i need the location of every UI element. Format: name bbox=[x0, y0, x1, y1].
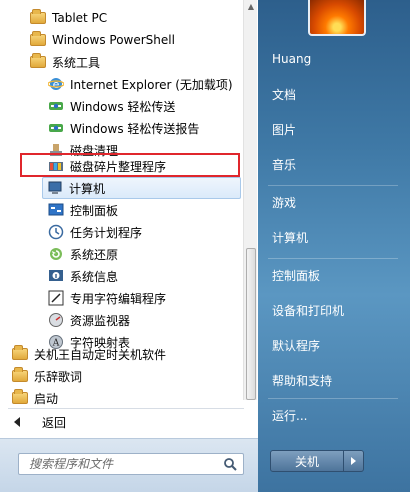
right-item-user[interactable]: Huang bbox=[272, 47, 311, 71]
folder-icon bbox=[12, 345, 28, 362]
right-item-label: 帮助和支持 bbox=[272, 373, 333, 388]
separator bbox=[268, 398, 398, 399]
shutdown-options-button[interactable] bbox=[344, 450, 364, 472]
search-box[interactable] bbox=[18, 453, 244, 475]
right-item-label: 控制面板 bbox=[272, 268, 321, 283]
back-arrow-icon bbox=[14, 417, 20, 427]
task-scheduler-icon bbox=[48, 224, 64, 240]
right-item-default-programs[interactable]: 默认程序 bbox=[272, 333, 320, 357]
right-item-label: 默认程序 bbox=[272, 338, 321, 353]
program-task-scheduler[interactable]: 任务计划程序 bbox=[48, 221, 142, 243]
program-label: Tablet PC bbox=[52, 11, 108, 25]
svg-text:e: e bbox=[53, 78, 60, 91]
system-restore-icon bbox=[48, 246, 64, 262]
program-resource-monitor[interactable]: 资源监视器 bbox=[48, 309, 130, 331]
right-item-label: 音乐 bbox=[272, 157, 297, 172]
program-label: 专用字符编辑程序 bbox=[70, 291, 167, 306]
separator bbox=[268, 258, 398, 259]
program-label: Windows 轻松传送报告 bbox=[70, 121, 200, 136]
program-easy-transfer-report[interactable]: Windows 轻松传送报告 bbox=[48, 117, 199, 139]
right-item-devices-printers[interactable]: 设备和打印机 bbox=[272, 298, 344, 322]
program-label: 资源监视器 bbox=[70, 313, 131, 328]
separator bbox=[268, 185, 398, 186]
folder-tablet-pc[interactable]: Tablet PC bbox=[30, 7, 107, 29]
right-pane: Huang 文档 图片 音乐 游戏 计算机 控制面板 设备和打印机 默认程序 帮… bbox=[258, 0, 410, 492]
program-easy-transfer[interactable]: Windows 轻松传送 bbox=[48, 95, 175, 117]
right-item-label: 游戏 bbox=[272, 195, 297, 210]
program-label: 任务计划程序 bbox=[70, 225, 143, 240]
program-label: 乐辞歌词 bbox=[34, 369, 83, 384]
highlight-annotation bbox=[20, 153, 240, 177]
right-item-label: 运行... bbox=[272, 408, 308, 423]
separator bbox=[8, 408, 244, 409]
program-system-restore[interactable]: 系统还原 bbox=[48, 243, 118, 265]
program-control-panel[interactable]: 控制面板 bbox=[48, 199, 118, 221]
user-avatar[interactable] bbox=[308, 0, 366, 36]
program-private-character-editor[interactable]: 专用字符编辑程序 bbox=[48, 287, 166, 309]
shutdown-label: 关机 bbox=[294, 454, 319, 469]
right-item-games[interactable]: 游戏 bbox=[272, 190, 296, 214]
folder-lyrics[interactable]: 乐辞歌词 bbox=[12, 365, 82, 387]
computer-icon bbox=[47, 180, 63, 196]
program-system-information[interactable]: 系统信息 bbox=[48, 265, 118, 287]
right-item-documents[interactable]: 文档 bbox=[272, 82, 296, 106]
program-label: 启动 bbox=[34, 391, 59, 406]
folder-shutdown-king[interactable]: 关机王自动定时关机软件 bbox=[12, 343, 166, 365]
folder-windows-powershell[interactable]: Windows PowerShell bbox=[30, 29, 175, 51]
right-item-pictures[interactable]: 图片 bbox=[272, 117, 296, 141]
easy-transfer-icon bbox=[48, 98, 64, 114]
program-label: 控制面板 bbox=[70, 203, 119, 218]
program-label: 系统工具 bbox=[52, 55, 101, 70]
resource-monitor-icon bbox=[48, 312, 64, 328]
programs-list: Tablet PC Windows PowerShell 系统工具 e Inte… bbox=[0, 0, 244, 406]
right-item-label: 文档 bbox=[272, 87, 297, 102]
internet-explorer-icon: e bbox=[48, 76, 64, 92]
chevron-right-icon bbox=[351, 457, 356, 465]
program-internet-explorer[interactable]: e Internet Explorer (无加载项) bbox=[48, 73, 233, 95]
search-area bbox=[0, 438, 258, 492]
easy-transfer-report-icon bbox=[48, 120, 64, 136]
start-menu: Tablet PC Windows PowerShell 系统工具 e Inte… bbox=[0, 0, 410, 492]
program-label: Windows 轻松传送 bbox=[70, 99, 176, 114]
right-item-label: 图片 bbox=[272, 122, 297, 137]
folder-icon bbox=[30, 31, 46, 48]
right-item-help-support[interactable]: 帮助和支持 bbox=[272, 368, 332, 392]
program-label: Windows PowerShell bbox=[52, 33, 175, 47]
scroll-up-icon[interactable]: ▲ bbox=[246, 2, 256, 12]
folder-icon bbox=[12, 389, 28, 406]
scroll-thumb[interactable] bbox=[246, 248, 256, 400]
folder-icon bbox=[30, 9, 46, 26]
back-button[interactable]: 返回 bbox=[14, 410, 66, 434]
right-item-label: 设备和打印机 bbox=[272, 303, 345, 318]
right-item-control-panel[interactable]: 控制面板 bbox=[272, 263, 320, 287]
search-input[interactable] bbox=[29, 457, 219, 471]
programs-scrollbar[interactable]: ▲ bbox=[243, 0, 257, 400]
right-item-run[interactable]: 运行... bbox=[272, 403, 307, 427]
right-item-music[interactable]: 音乐 bbox=[272, 152, 296, 176]
program-label: 系统信息 bbox=[70, 269, 119, 284]
folder-system-tools[interactable]: 系统工具 bbox=[30, 51, 100, 73]
program-label: 计算机 bbox=[69, 181, 106, 196]
private-character-editor-icon bbox=[48, 290, 64, 306]
program-label: 系统还原 bbox=[70, 247, 119, 262]
folder-startup[interactable]: 启动 bbox=[12, 387, 58, 409]
right-item-label: Huang bbox=[272, 52, 312, 66]
program-label: 关机王自动定时关机软件 bbox=[34, 347, 167, 362]
right-item-computer[interactable]: 计算机 bbox=[272, 225, 308, 249]
control-panel-icon bbox=[48, 202, 64, 218]
program-computer[interactable]: 计算机 bbox=[42, 177, 241, 199]
folder-icon bbox=[30, 53, 46, 70]
program-label: Internet Explorer (无加载项) bbox=[70, 77, 233, 92]
right-item-label: 计算机 bbox=[272, 230, 309, 245]
back-label: 返回 bbox=[42, 415, 67, 430]
search-icon[interactable] bbox=[223, 457, 237, 471]
shutdown-button[interactable]: 关机 bbox=[270, 450, 344, 472]
programs-pane: Tablet PC Windows PowerShell 系统工具 e Inte… bbox=[0, 0, 258, 492]
folder-icon bbox=[12, 367, 28, 384]
system-information-icon bbox=[48, 268, 64, 284]
